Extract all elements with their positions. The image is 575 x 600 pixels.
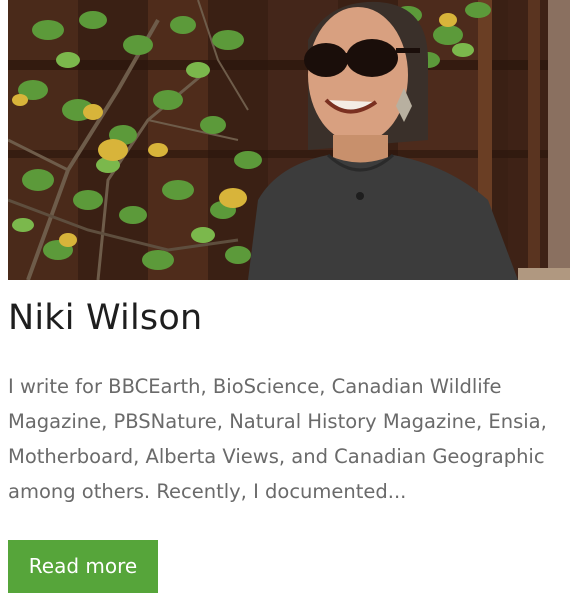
author-bio: I write for BBCEarth, BioScience, Canadi… (8, 375, 547, 503)
read-more-button[interactable]: Read more (8, 540, 158, 593)
author-card: Niki Wilson I write for BBCEarth, BioSci… (0, 0, 575, 600)
author-name: Niki Wilson (8, 298, 203, 338)
author-photo (8, 0, 570, 280)
